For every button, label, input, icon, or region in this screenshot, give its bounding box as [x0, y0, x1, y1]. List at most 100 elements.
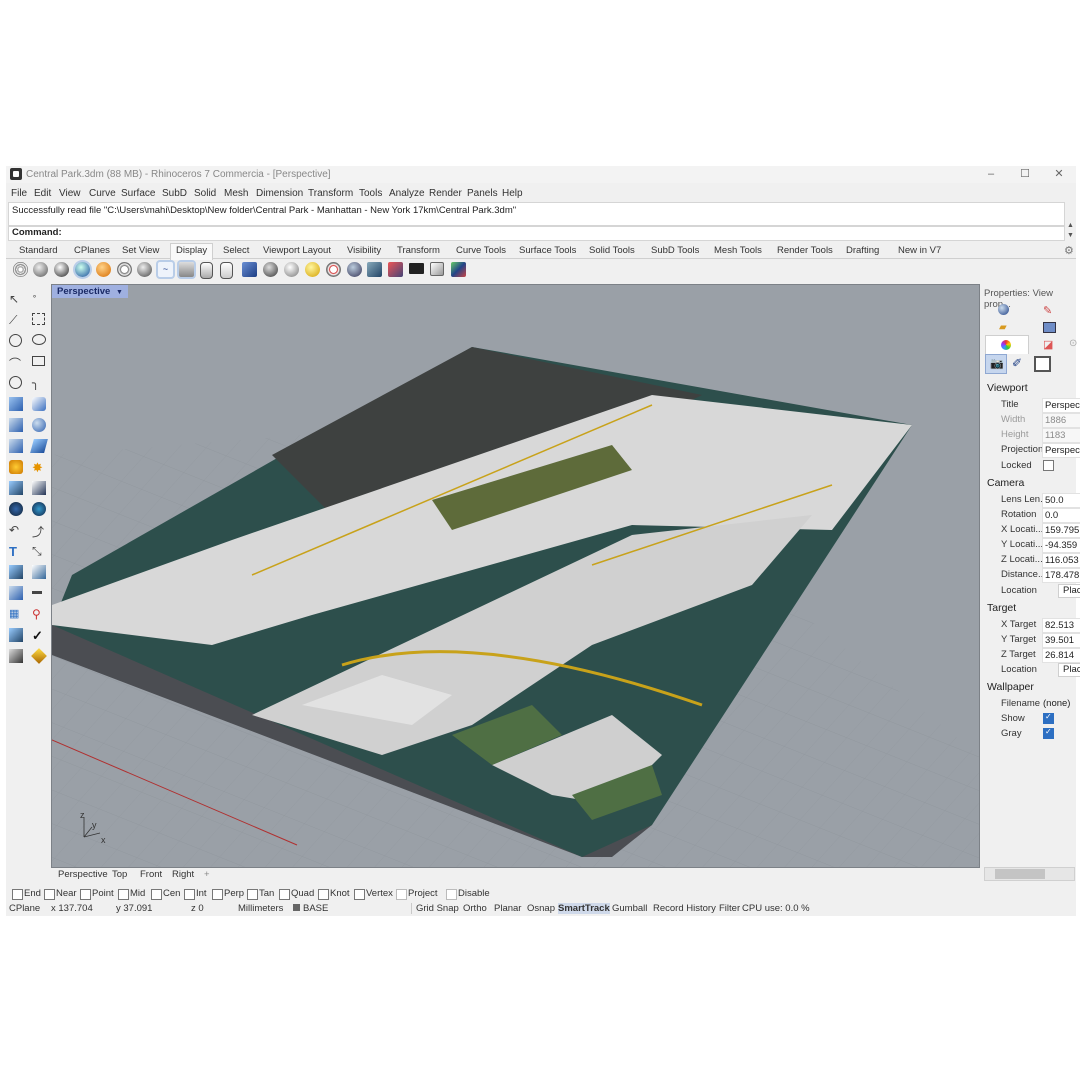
layer-color-swatch[interactable] [293, 904, 300, 911]
tab-viewport-layout[interactable]: Viewport Layout [263, 245, 331, 256]
z-location-field[interactable]: 116.053 [1042, 553, 1080, 568]
osnap-point-checkbox[interactable] [80, 889, 91, 900]
smarttrack-toggle[interactable]: SmartTrack [558, 903, 610, 914]
render-tab-icon[interactable]: ◪ [1043, 338, 1053, 351]
osnap-knot-checkbox[interactable] [318, 889, 329, 900]
gray-checkbox[interactable] [1043, 727, 1054, 739]
osnap-cen-checkbox[interactable] [151, 889, 162, 900]
menu-curve[interactable]: Curve [89, 188, 116, 199]
show-checkbox[interactable] [1043, 712, 1054, 724]
more-tabs-icon[interactable]: ⊙ [1069, 338, 1077, 349]
menu-help[interactable]: Help [502, 188, 523, 199]
tab-transform[interactable]: Transform [397, 245, 440, 256]
tab-mesh-tools[interactable]: Mesh Tools [714, 245, 762, 256]
menu-subd[interactable]: SubD [162, 188, 187, 199]
minimize-button[interactable]: – [974, 166, 1008, 183]
target-place-button[interactable]: Place [1058, 663, 1080, 677]
vp-tab-front[interactable]: Front [140, 869, 162, 880]
osnap-near-checkbox[interactable] [44, 889, 55, 900]
menu-tools[interactable]: Tools [359, 188, 382, 199]
cplane-icon[interactable] [284, 262, 299, 277]
chevron-down-icon[interactable]: ▼ [116, 289, 123, 296]
menu-mesh[interactable]: Mesh [224, 188, 248, 199]
offset-icon[interactable]: ⤴ [32, 523, 46, 539]
light-icon[interactable]: ✐ [1012, 356, 1022, 370]
properties-icon[interactable] [9, 628, 23, 642]
circle-icon[interactable] [9, 334, 22, 347]
status-cplane[interactable]: CPlane [9, 903, 40, 914]
filename-value[interactable]: (none) [1043, 698, 1070, 709]
ruler-icon[interactable]: ▬ [32, 586, 46, 600]
rotate-icon[interactable]: ↶ [9, 523, 23, 537]
mouse-icon[interactable] [242, 262, 257, 277]
vp-tab-right[interactable]: Right [172, 869, 194, 880]
text-icon[interactable]: T [9, 544, 23, 559]
osnap-disable-checkbox[interactable] [446, 889, 457, 900]
polyline-icon[interactable]: ⟋ [9, 313, 23, 327]
circle-point-icon[interactable] [9, 376, 22, 389]
menu-solid[interactable]: Solid [194, 188, 216, 199]
osnap-end-checkbox[interactable] [12, 889, 23, 900]
clip-icon[interactable] [388, 262, 403, 277]
globe-icon[interactable] [305, 262, 320, 277]
explode-icon[interactable]: ✸ [32, 460, 46, 475]
rotation-field[interactable]: 0.0 [1042, 508, 1080, 523]
osnap-int-checkbox[interactable] [184, 889, 195, 900]
scale-icon[interactable] [32, 565, 46, 579]
menu-analyze[interactable]: Analyze [389, 188, 425, 199]
render-icon[interactable] [9, 649, 23, 663]
artistic-icon[interactable] [137, 262, 152, 277]
block-icon[interactable] [9, 565, 23, 579]
gear-tool-icon[interactable] [9, 460, 23, 474]
ghosted-icon[interactable] [75, 262, 90, 277]
xray-icon[interactable] [96, 262, 111, 277]
move-icon[interactable] [9, 481, 23, 495]
layers-icon[interactable] [451, 262, 466, 277]
point-icon[interactable]: ∘ [32, 292, 46, 306]
scroll-down-icon[interactable]: ▼ [1066, 232, 1075, 240]
material-icon[interactable] [31, 648, 47, 664]
osnap-toggle[interactable]: Osnap [527, 903, 555, 914]
tab-display[interactable]: Display [170, 243, 214, 260]
rectangle-icon[interactable] [32, 356, 45, 366]
tab-solid-tools[interactable]: Solid Tools [589, 245, 635, 256]
ortho-toggle[interactable]: Ortho [463, 903, 487, 914]
panel-scrollbar-thumb[interactable] [995, 869, 1045, 879]
menu-file[interactable]: File [11, 188, 27, 199]
gear-icon[interactable]: ⚙ [1064, 244, 1074, 257]
frame-icon[interactable] [1034, 356, 1051, 372]
sphere-icon[interactable] [347, 262, 362, 277]
curve-icon[interactable] [32, 313, 45, 325]
x-target-field[interactable]: 82.513 [1042, 618, 1080, 633]
analyze-icon[interactable]: ⚲ [32, 607, 46, 621]
tab-new-in-v7[interactable]: New in V7 [898, 245, 941, 256]
osnap-quad-checkbox[interactable] [279, 889, 290, 900]
command-line[interactable]: Command: [8, 226, 1065, 241]
trim-icon[interactable] [32, 481, 46, 495]
menu-surface[interactable]: Surface [121, 188, 155, 199]
mesh-icon[interactable] [30, 439, 48, 453]
osnap-tan-checkbox[interactable] [247, 889, 258, 900]
target-icon[interactable] [326, 262, 341, 277]
raytraced-icon[interactable] [200, 262, 213, 279]
add-viewport-icon[interactable]: + [204, 869, 210, 880]
viewport-title[interactable]: Perspective ▼ [52, 285, 128, 298]
tab-select[interactable]: Select [223, 245, 249, 256]
status-units[interactable]: Millimeters [238, 903, 283, 914]
scroll-up-icon[interactable]: ▲ [1066, 222, 1075, 230]
monochrome-icon[interactable] [220, 262, 233, 279]
gumball-toggle[interactable]: Gumball [612, 903, 647, 914]
maximize-button[interactable]: ☐ [1008, 166, 1042, 183]
ellipse-icon[interactable] [32, 334, 46, 345]
z-target-field[interactable]: 26.814 [1042, 648, 1080, 663]
camera-icon[interactable] [367, 262, 382, 277]
status-layer[interactable]: BASE [303, 903, 328, 914]
shaded-icon[interactable] [33, 262, 48, 277]
projection-field[interactable]: Perspect [1042, 443, 1080, 458]
y-target-field[interactable]: 39.501 [1042, 633, 1080, 648]
select-arrow-icon[interactable]: ↖ [9, 292, 23, 306]
planar-toggle[interactable]: Planar [494, 903, 521, 914]
menu-render[interactable]: Render [429, 188, 462, 199]
tab-drafting[interactable]: Drafting [846, 245, 879, 256]
monitor-icon[interactable] [409, 263, 424, 274]
